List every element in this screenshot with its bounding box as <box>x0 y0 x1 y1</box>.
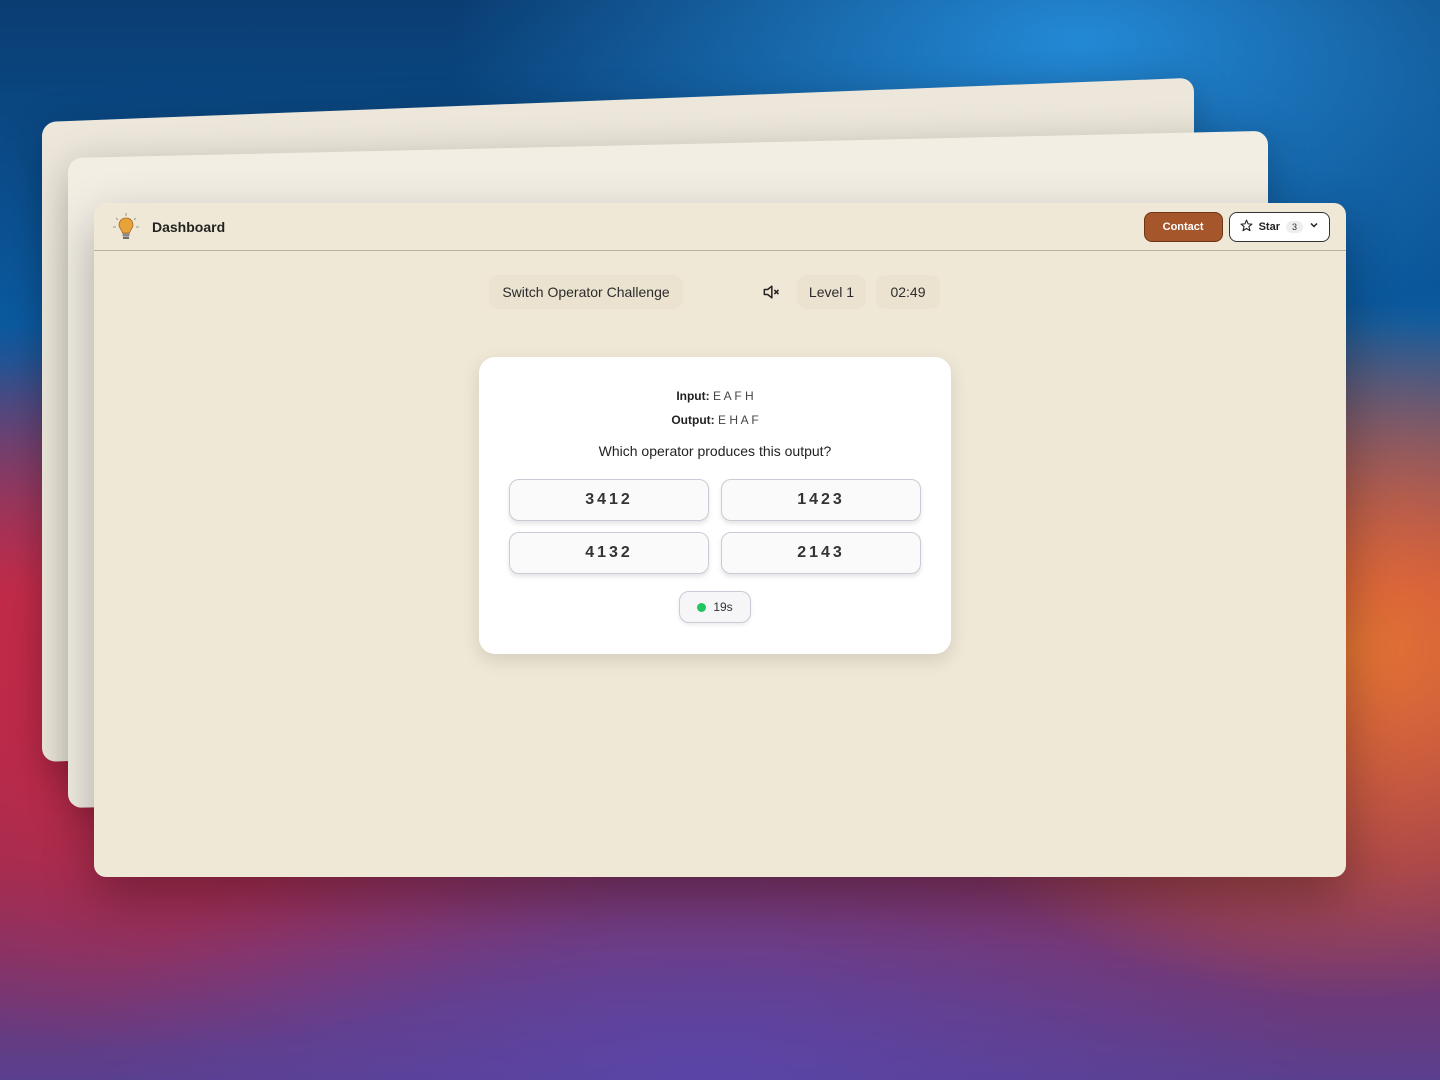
option-button[interactable]: 4132 <box>509 532 709 574</box>
contact-button[interactable]: Contact <box>1143 211 1223 242</box>
challenge-title: Switch Operator Challenge <box>489 275 683 309</box>
status-dot <box>697 602 707 612</box>
game-header: Switch Operator Challenge Level 1 02:49 <box>94 275 1346 309</box>
star-icon <box>1240 219 1253 235</box>
input-value: E A F H <box>712 389 754 403</box>
output-line: Output: E H A F <box>479 413 951 427</box>
level-badge: Level 1 <box>797 275 866 309</box>
github-star-button[interactable]: Star 3 <box>1228 211 1330 242</box>
option-button[interactable]: 1423 <box>721 479 921 521</box>
star-count-badge: 3 <box>1285 220 1303 233</box>
brand-title[interactable]: Dashboard <box>152 219 225 235</box>
game-timer: 02:49 <box>876 275 940 309</box>
chevron-down-icon[interactable] <box>1309 220 1319 233</box>
countdown-badge: 19s <box>679 591 751 623</box>
app-window: Dashboard Contact Star 3 Switch Operator… <box>94 203 1346 877</box>
output-value: E H A F <box>717 413 759 427</box>
input-label: Input: <box>676 389 710 403</box>
option-button[interactable]: 2143 <box>721 532 921 574</box>
option-button[interactable]: 3412 <box>509 479 709 521</box>
lightbulb-icon <box>110 211 142 243</box>
output-label: Output: <box>671 413 715 427</box>
countdown-value: 19s <box>713 600 733 614</box>
question-card: Input: E A F H Output: E H A F Which ope… <box>479 357 951 654</box>
star-label: Star <box>1258 220 1280 233</box>
top-bar: Dashboard Contact Star 3 <box>94 203 1346 251</box>
question-prompt: Which operator produces this output? <box>598 443 832 459</box>
input-line: Input: E A F H <box>479 389 951 403</box>
speaker-muted-icon[interactable] <box>758 279 784 305</box>
